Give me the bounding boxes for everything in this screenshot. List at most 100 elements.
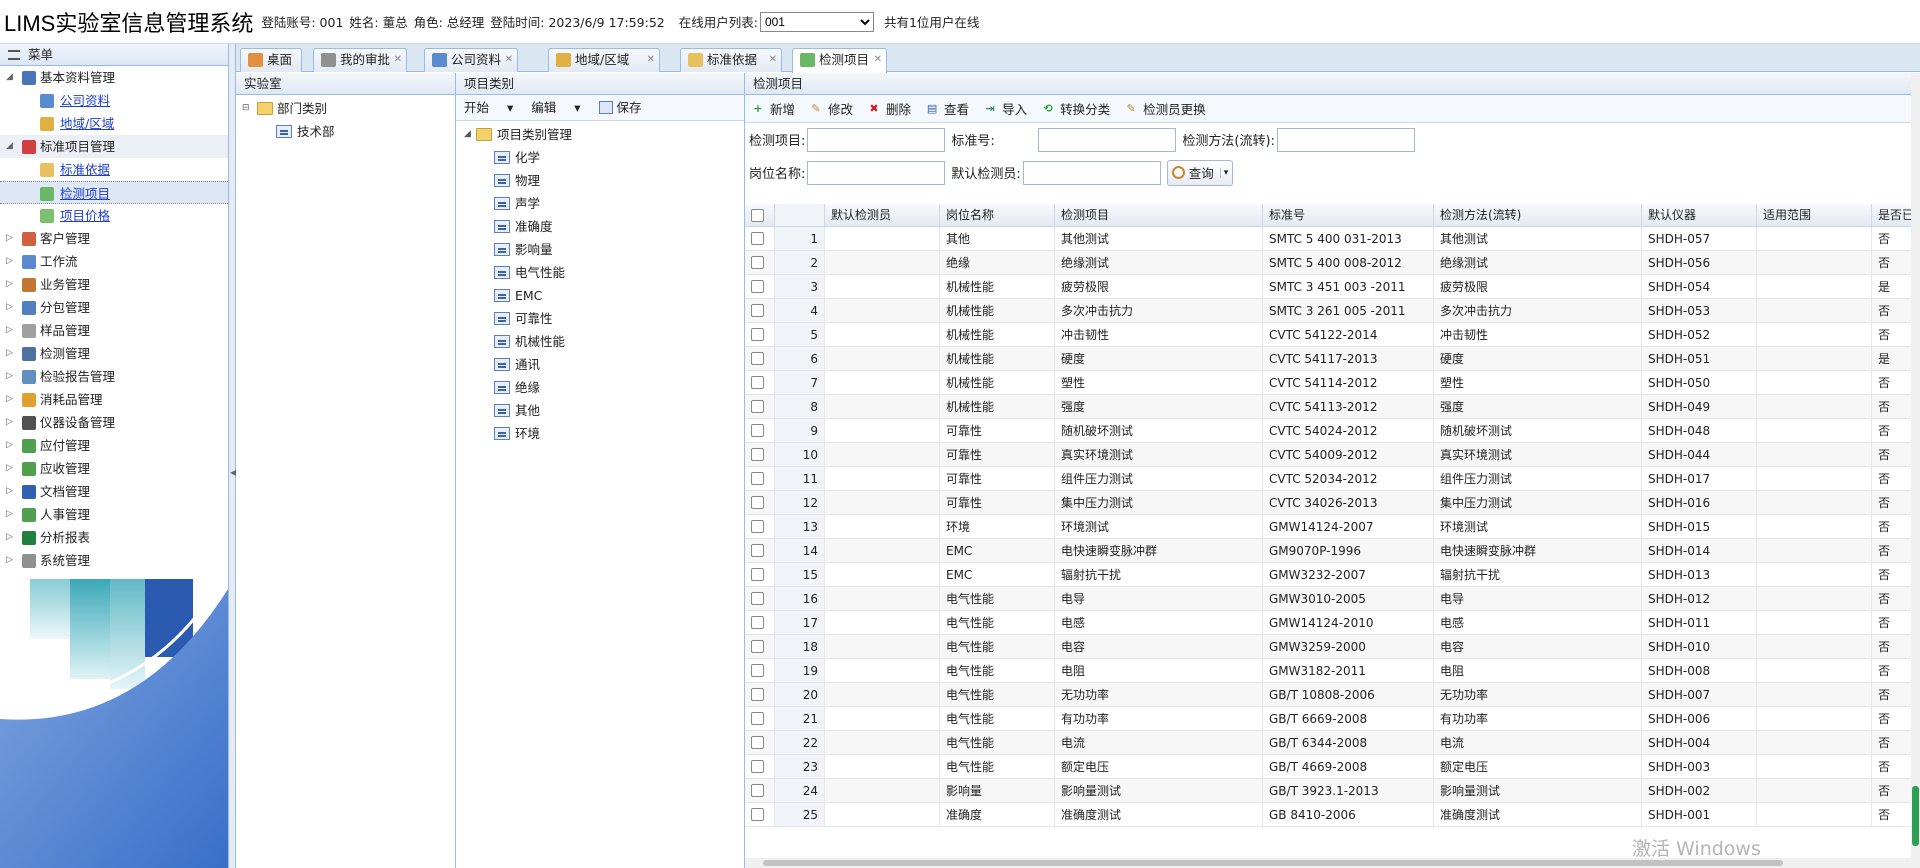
expand-arrow-icon[interactable]: ▷ <box>6 365 13 388</box>
query-dropdown-icon[interactable]: ▾ <box>1219 167 1228 178</box>
category-tree-node[interactable]: EMC <box>456 284 744 307</box>
table-row[interactable]: 1 其他 其他测试 SMTC 5 400 031-2013 其他测试 SHDH-057 否 <box>745 227 1911 251</box>
expand-arrow-icon[interactable]: ▷ <box>6 296 13 319</box>
tab-2[interactable]: 我的审批 ✕ <box>313 48 407 72</box>
row-checkbox[interactable] <box>751 784 764 797</box>
row-checkbox[interactable] <box>751 496 764 509</box>
row-checkbox[interactable] <box>751 712 764 725</box>
row-checkbox[interactable] <box>751 520 764 533</box>
menu-item[interactable]: ▷ 应付管理 <box>0 434 228 457</box>
edit-menu-button[interactable]: 编辑 ▾ <box>531 100 580 115</box>
expand-arrow-icon[interactable]: ▷ <box>6 273 13 296</box>
category-tree-node[interactable]: 可靠性 <box>456 307 744 330</box>
column-header[interactable]: 适用范围 <box>1757 204 1872 226</box>
menu-item[interactable]: ▷ 分包管理 <box>0 296 228 319</box>
menu-item[interactable]: 检测项目 <box>0 181 228 204</box>
table-row[interactable]: 9 可靠性 随机破坏测试 CVTC 54024-2012 随机破坏测试 SHDH-048 否 <box>745 419 1911 443</box>
add-button[interactable]: + 新增 <box>751 99 795 118</box>
row-checkbox[interactable] <box>751 664 764 677</box>
row-checkbox[interactable] <box>751 544 764 557</box>
row-checkbox[interactable] <box>751 736 764 749</box>
category-tree-node[interactable]: 影响量 <box>456 238 744 261</box>
sidebar-splitter[interactable]: ◀ <box>229 44 236 868</box>
expand-arrow-icon[interactable]: ▷ <box>6 457 13 480</box>
select-all-checkbox[interactable] <box>751 209 764 222</box>
category-tree-node[interactable]: 物理 <box>456 169 744 192</box>
menu-item[interactable]: ◢ 基本资料管理 <box>0 66 228 89</box>
row-checkbox[interactable] <box>751 352 764 365</box>
row-checkbox[interactable] <box>751 568 764 581</box>
toolbar-button-7[interactable]: ✎ 检测员更换 <box>1124 99 1205 118</box>
std-filter-input[interactable] <box>1038 127 1177 152</box>
toolbar-button-6[interactable]: ⟲ 转换分类 <box>1041 99 1110 118</box>
menu-item[interactable]: ▷ 人事管理 <box>0 503 228 526</box>
expand-arrow-icon[interactable]: ◢ <box>6 135 13 158</box>
category-tree-node[interactable]: 准确度 <box>456 215 744 238</box>
save-button[interactable]: 保存 <box>598 100 656 115</box>
inspector-filter-input[interactable] <box>1022 160 1161 185</box>
menu-item[interactable]: ▷ 仪器设备管理 <box>0 411 228 434</box>
menu-item[interactable]: ▷ 业务管理 <box>0 273 228 296</box>
table-row[interactable]: 12 可靠性 集中压力测试 CVTC 34026-2013 集中压力测试 SHDH-016… <box>745 491 1911 515</box>
toolbar-button-4[interactable]: ▤ 查看 <box>925 99 969 118</box>
expand-arrow-icon[interactable]: ▷ <box>6 503 13 526</box>
menu-item[interactable]: ▷ 文档管理 <box>0 480 228 503</box>
row-checkbox[interactable] <box>751 808 764 821</box>
expand-arrow-icon[interactable]: ▷ <box>6 480 13 503</box>
table-row[interactable]: 5 机械性能 冲击韧性 CVTC 54122-2014 冲击韧性 SHDH-052 否 <box>745 323 1911 347</box>
menu-item[interactable]: ▷ 客户管理 <box>0 227 228 250</box>
table-row[interactable]: 8 机械性能 强度 CVTC 54113-2012 强度 SHDH-049 否 <box>745 395 1911 419</box>
category-tree-node[interactable]: 通讯 <box>456 353 744 376</box>
table-row[interactable]: 25 准确度 准确度测试 GB 8410-2006 准确度测试 SHDH-001 否 <box>745 803 1911 827</box>
column-header[interactable]: 检测项目 <box>1055 204 1263 226</box>
tree-collapse-icon[interactable]: ⊟ <box>242 97 250 120</box>
close-icon[interactable]: ✕ <box>769 49 777 71</box>
row-checkbox[interactable] <box>751 376 764 389</box>
post-filter-input[interactable] <box>807 160 946 185</box>
table-row[interactable]: 22 电气性能 电流 GB/T 6344-2008 电流 SHDH-004 否 <box>745 731 1911 755</box>
tab-1[interactable]: 桌面 <box>240 48 302 72</box>
expand-arrow-icon[interactable]: ▷ <box>6 319 13 342</box>
table-row[interactable]: 21 电气性能 有功功率 GB/T 6669-2008 有功功率 SHDH-006 否 <box>745 707 1911 731</box>
table-row[interactable]: 4 机械性能 多次冲击抗力 SMTC 3 261 005 -2011 多次冲击抗力 SHD… <box>745 299 1911 323</box>
table-row[interactable]: 2 绝缘 绝缘测试 SMTC 5 400 008-2012 绝缘测试 SHDH-056 否 <box>745 251 1911 275</box>
category-tree-node[interactable]: 声学 <box>456 192 744 215</box>
column-header[interactable]: 标准号 <box>1263 204 1434 226</box>
method-filter-input[interactable] <box>1276 127 1415 152</box>
table-row[interactable]: 6 机械性能 硬度 CVTC 54117-2013 硬度 SHDH-051 是 <box>745 347 1911 371</box>
table-row[interactable]: 10 可靠性 真实环境测试 CVTC 54009-2012 真实环境测试 SHDH-044… <box>745 443 1911 467</box>
vertical-scrollbar[interactable] <box>1911 73 1920 868</box>
tree-expand-icon[interactable]: ◢ <box>464 123 471 146</box>
close-icon[interactable]: ✕ <box>505 49 513 71</box>
tab-6[interactable]: 检测项目 ✕ <box>792 48 887 73</box>
expand-arrow-icon[interactable]: ▷ <box>6 388 13 411</box>
expand-arrow-icon[interactable]: ▷ <box>6 526 13 549</box>
menu-item[interactable]: 公司资料 <box>0 89 228 112</box>
menu-item[interactable]: ▷ 分析报表 <box>0 526 228 549</box>
column-header[interactable]: 默认仪器 <box>1642 204 1757 226</box>
row-checkbox[interactable] <box>751 448 764 461</box>
tab-3[interactable]: 公司资料 ✕ <box>424 48 518 72</box>
close-icon[interactable]: ✕ <box>394 49 402 71</box>
menu-item[interactable]: 项目价格 <box>0 204 228 227</box>
expand-arrow-icon[interactable]: ▷ <box>6 434 13 457</box>
expand-arrow-icon[interactable]: ▷ <box>6 549 13 572</box>
table-row[interactable]: 16 电气性能 电导 GMW3010-2005 电导 SHDH-012 否 <box>745 587 1911 611</box>
category-tree-node[interactable]: 电气性能 <box>456 261 744 284</box>
table-row[interactable]: 24 影响量 影响量测试 GB/T 3923.1-2013 影响量测试 SHDH-002 否 <box>745 779 1911 803</box>
row-checkbox[interactable] <box>751 592 764 605</box>
menu-item[interactable]: ▷ 工作流 <box>0 250 228 273</box>
expand-arrow-icon[interactable]: ▷ <box>6 250 13 273</box>
table-row[interactable]: 18 电气性能 电容 GMW3259-2000 电容 SHDH-010 否 <box>745 635 1911 659</box>
expand-arrow-icon[interactable]: ◢ <box>6 66 13 89</box>
row-checkbox[interactable] <box>751 688 764 701</box>
table-row[interactable]: 3 机械性能 疲劳极限 SMTC 3 451 003 -2011 疲劳极限 SHDH-05… <box>745 275 1911 299</box>
start-menu-button[interactable]: 开始 ▾ <box>464 100 513 115</box>
category-tree-root[interactable]: ◢ 项目类别管理 <box>456 123 744 146</box>
category-tree-node[interactable]: 机械性能 <box>456 330 744 353</box>
table-row[interactable]: 13 环境 环境测试 GMW14124-2007 环境测试 SHDH-015 否 <box>745 515 1911 539</box>
toolbar-button-2[interactable]: ✎ 修改 <box>809 99 853 118</box>
menu-item[interactable]: ▷ 样品管理 <box>0 319 228 342</box>
lab-tree-node[interactable]: 技术部 <box>236 120 455 143</box>
category-tree-node[interactable]: 其他 <box>456 399 744 422</box>
